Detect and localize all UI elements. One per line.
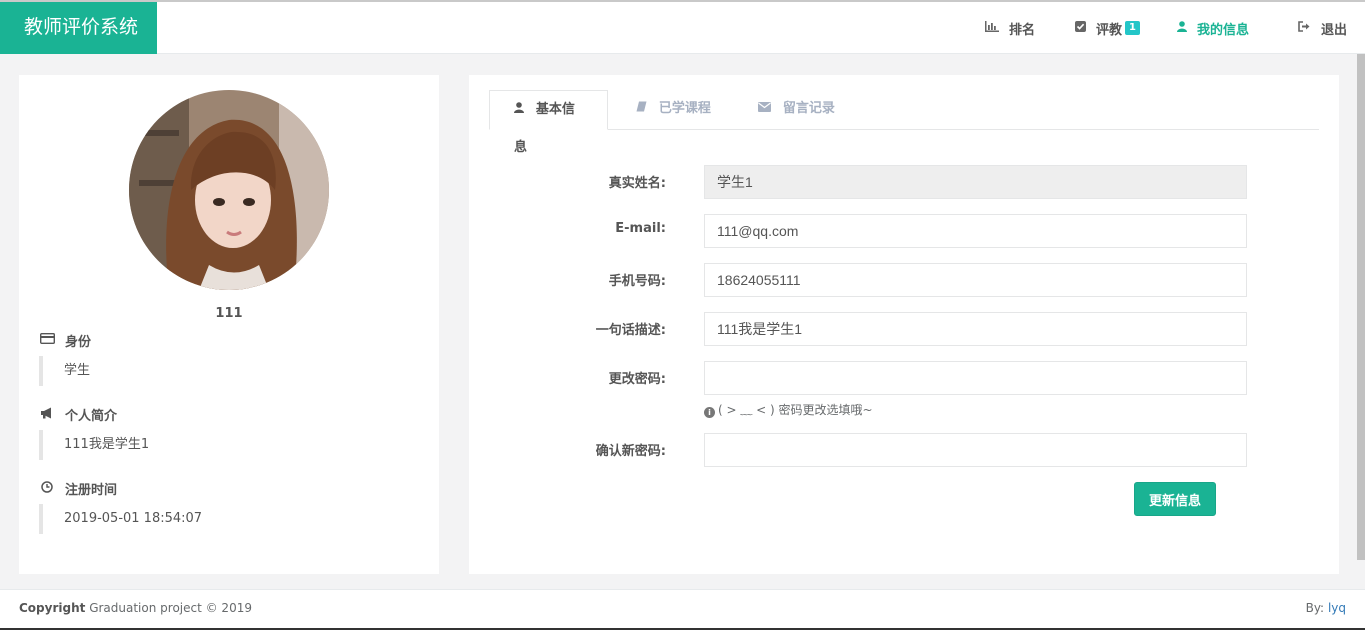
author-link[interactable]: lyq <box>1328 601 1346 615</box>
real-name-label: 真实姓名: <box>608 176 666 191</box>
description-label: 一句话描述: <box>595 323 666 338</box>
author-credit: By: lyq <box>1305 601 1346 615</box>
footer: Copyright Graduation project © 2019 By: … <box>0 589 1365 630</box>
megaphone-icon <box>39 407 55 423</box>
profile-username: 111 <box>215 306 243 321</box>
page-scrollbar[interactable] <box>1357 54 1365 560</box>
nav-evaluate-label: 评教 <box>1096 22 1123 38</box>
book-icon <box>636 101 651 115</box>
registered-heading: 注册时间 <box>39 479 117 498</box>
bio-value: 111我是学生1 <box>39 430 149 460</box>
confirm-password-field[interactable] <box>704 433 1247 467</box>
phone-label: 手机号码: <box>608 274 666 289</box>
id-card-icon <box>39 332 55 348</box>
nav-rank[interactable]: 排名 <box>985 2 1035 54</box>
info-form-card: 基本信息 已学课程 留言记录 真实姓名: E-mail: 手机号码: 一句话描述… <box>469 75 1339 574</box>
app-title[interactable]: 教师评价系统 <box>0 2 157 54</box>
tab-messages[interactable]: 留言记录 <box>734 90 855 130</box>
nav-logout[interactable]: 退出 <box>1298 2 1347 54</box>
password-hint: i( > ﹏ < ) 密码更改选填哦~ <box>704 401 873 418</box>
phone-field[interactable] <box>704 263 1247 297</box>
nav-my-info[interactable]: 我的信息 <box>1177 2 1249 54</box>
top-navbar: 教师评价系统 排名 评教 1 我的信息 退出 <box>0 0 1365 54</box>
check-square-icon <box>1075 21 1086 35</box>
identity-value: 学生 <box>39 356 90 386</box>
bio-heading: 个人简介 <box>39 405 117 424</box>
nav-rank-label: 排名 <box>1009 22 1036 38</box>
email-label: E-mail: <box>615 221 666 236</box>
email-field[interactable] <box>704 214 1247 248</box>
new-password-field[interactable] <box>704 361 1247 395</box>
identity-heading: 身份 <box>39 331 91 350</box>
envelope-icon <box>758 102 775 115</box>
info-circle-icon: i <box>704 407 715 418</box>
evaluate-count-badge: 1 <box>1125 21 1140 35</box>
nav-logout-label: 退出 <box>1321 22 1348 38</box>
sign-out-icon <box>1298 21 1311 35</box>
avatar <box>129 90 329 290</box>
user-icon <box>514 102 528 116</box>
user-icon <box>1177 21 1187 35</box>
registered-value: 2019-05-01 18:54:07 <box>39 504 202 534</box>
description-field[interactable] <box>704 312 1247 346</box>
confirm-password-label: 确认新密码: <box>595 444 666 459</box>
tab-basic-info[interactable]: 基本信息 <box>489 90 608 155</box>
tab-courses[interactable]: 已学课程 <box>612 90 731 130</box>
nav-my-info-label: 我的信息 <box>1197 22 1250 38</box>
clock-icon <box>39 480 55 497</box>
update-info-button[interactable]: 更新信息 <box>1134 482 1216 516</box>
nav-evaluate[interactable]: 评教 1 <box>1075 2 1140 54</box>
copyright-text: Copyright Graduation project © 2019 <box>19 601 252 615</box>
new-password-label: 更改密码: <box>608 372 666 387</box>
bar-chart-icon <box>985 21 999 35</box>
real-name-field[interactable] <box>704 165 1247 199</box>
profile-card: 111 身份 学生 个人简介 111我是学生1 注册时间 2019-05-01 … <box>19 75 439 574</box>
